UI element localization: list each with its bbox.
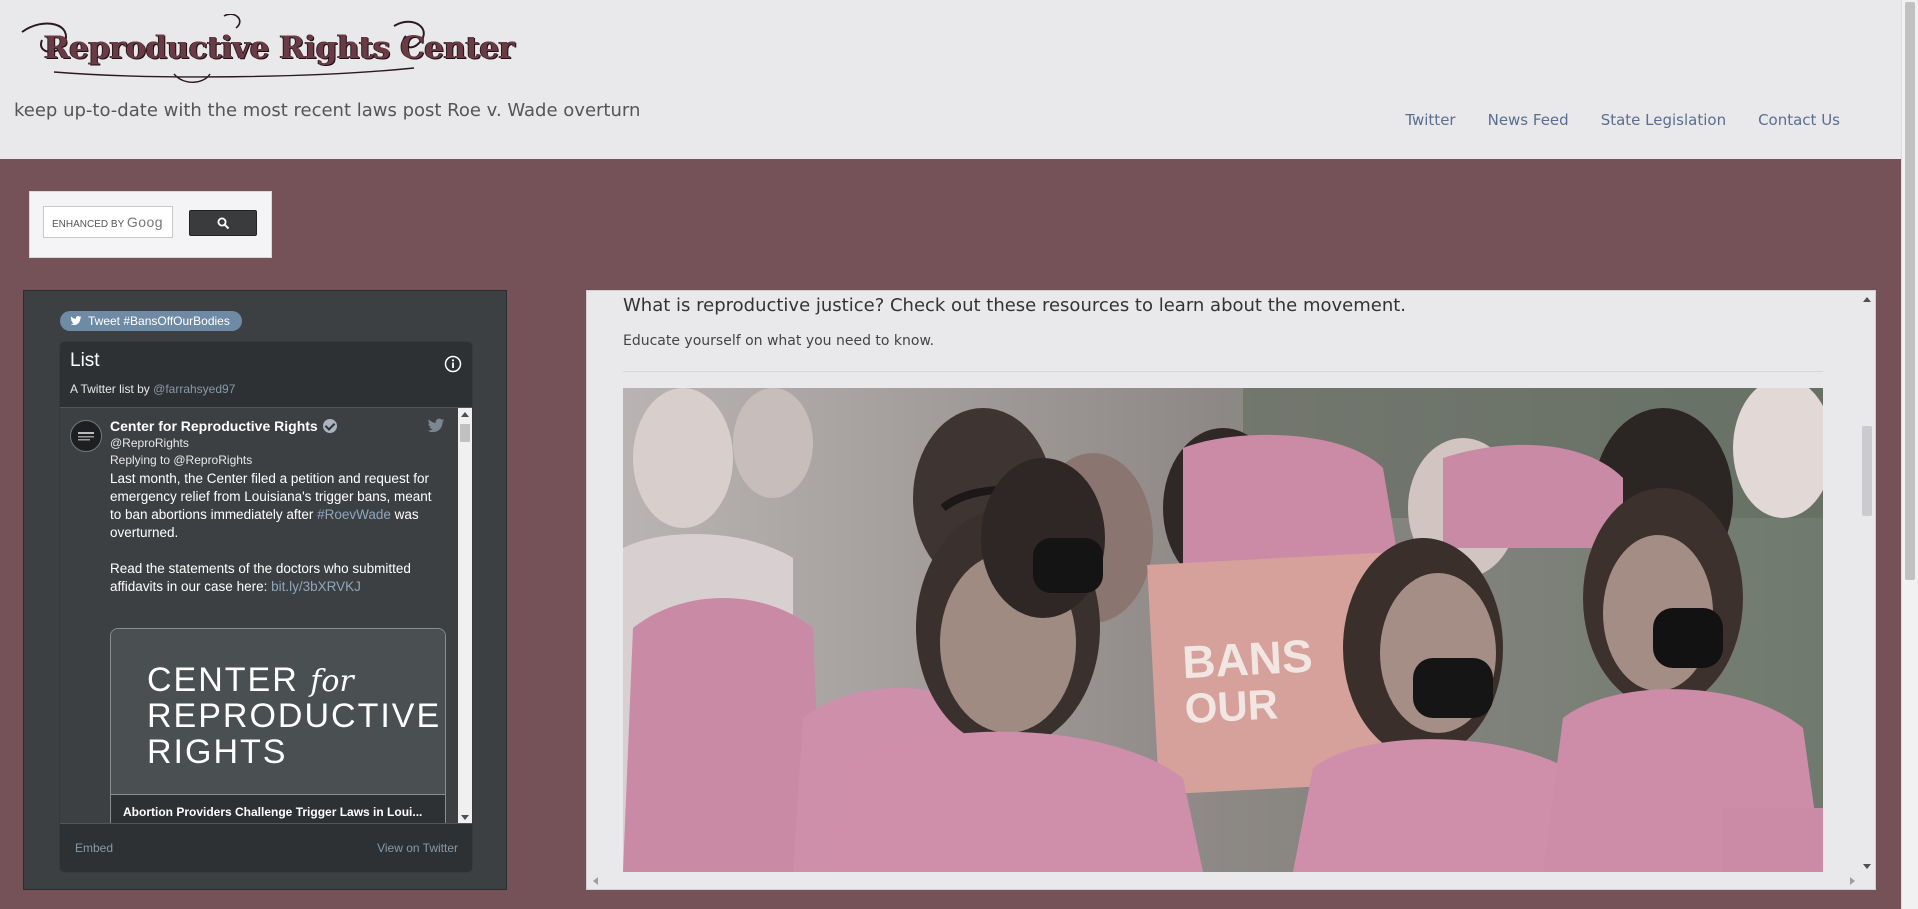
scroll-up-icon[interactable] <box>1863 297 1871 302</box>
page-scrollbar-thumb[interactable] <box>1905 2 1915 580</box>
scroll-up-icon[interactable] <box>461 412 469 417</box>
avatar[interactable] <box>70 420 102 452</box>
timeline-scrollbar-thumb[interactable] <box>460 424 470 442</box>
scroll-left-icon[interactable] <box>593 877 598 885</box>
view-on-twitter-link[interactable]: View on Twitter <box>377 841 458 855</box>
logo-text: Reproductive Rights Center <box>44 30 515 66</box>
tweet-hashtag-link[interactable]: #RoevWade <box>317 507 391 522</box>
scroll-down-icon[interactable] <box>461 815 469 820</box>
tweet-button-label: Tweet #BansOffOurBodies <box>88 314 230 328</box>
nav-news-feed[interactable]: News Feed <box>1488 111 1569 129</box>
protest-photo-illustration: BANS OUR <box>623 388 1823 872</box>
tweet-replying-to[interactable]: Replying to @ReproRights <box>110 453 252 467</box>
tweet-link-card[interactable]: CENTER for REPRODUCTIVE RIGHTS Abortion … <box>110 628 446 830</box>
list-owner-link[interactable]: @farrahsyed97 <box>153 382 235 396</box>
divider <box>623 371 1823 372</box>
resources-scrollbar-thumb[interactable] <box>1862 426 1872 516</box>
tweet-text: Last month, the Center filed a petition … <box>110 470 446 596</box>
page-scrollbar[interactable] <box>1901 0 1918 909</box>
tweet-hashtag-button[interactable]: Tweet #BansOffOurBodies <box>60 311 242 331</box>
protest-photo: BANS OUR <box>623 388 1823 872</box>
card-logo-line1: CENTER <box>147 661 299 699</box>
card-logo-line3: RIGHTS <box>147 733 288 771</box>
twitter-bird-icon <box>70 316 82 326</box>
search-icon <box>217 217 229 229</box>
info-icon[interactable] <box>444 355 462 373</box>
tweet-url-link[interactable]: bit.ly/3bXRVKJ <box>271 579 361 594</box>
embed-link[interactable]: Embed <box>75 841 113 855</box>
resources-title: What is reproductive justice? Check out … <box>623 295 1407 316</box>
photo-sign-text-1: BANS <box>1181 629 1314 688</box>
avatar-logo <box>78 432 94 441</box>
resources-horizontal-scrollbar[interactable] <box>587 873 1861 889</box>
tweet-author-name: Center for Reproductive Rights <box>110 418 318 434</box>
timeline-title: List <box>70 350 100 371</box>
twitter-bird-icon[interactable] <box>427 418 445 434</box>
timeline-subtitle: A Twitter list by @farrahsyed97 <box>70 382 235 396</box>
search-input[interactable]: ENHANCED BY Goog <box>43 206 173 238</box>
twitter-panel: Tweet #BansOffOurBodies List A Twitter l… <box>23 290 507 890</box>
timeline-body[interactable]: Center for Reproductive Rights @ReproRig… <box>60 407 472 830</box>
tweet-author[interactable]: Center for Reproductive Rights <box>110 418 337 434</box>
search-button[interactable] <box>189 210 257 236</box>
site-logo[interactable]: Reproductive Rights Center <box>14 14 515 84</box>
timeline-footer: Embed View on Twitter <box>60 823 472 872</box>
main-nav: Twitter News Feed State Legislation Cont… <box>1405 111 1840 129</box>
card-logo-for: for <box>310 664 354 699</box>
scroll-right-icon[interactable] <box>1850 877 1855 885</box>
card-logo-image: CENTER for REPRODUCTIVE RIGHTS <box>111 629 445 794</box>
site-tagline: keep up-to-date with the most recent law… <box>14 100 641 121</box>
resources-subtitle: Educate yourself on what you need to kno… <box>623 333 935 349</box>
search-widget: ENHANCED BY Goog <box>29 191 272 258</box>
timeline-header: List A Twitter list by @farrahsyed97 <box>60 342 472 407</box>
search-placeholder-prefix: ENHANCED BY <box>52 219 125 230</box>
tweet-handle[interactable]: @ReproRights <box>110 436 189 450</box>
nav-contact-us[interactable]: Contact Us <box>1758 111 1840 129</box>
twitter-timeline: List A Twitter list by @farrahsyed97 Cen… <box>59 341 473 873</box>
verified-icon <box>322 419 337 433</box>
card-logo-line2: REPRODUCTIVE <box>147 697 442 735</box>
timeline-subtitle-prefix: A Twitter list by <box>70 382 150 396</box>
site-header: Reproductive Rights Center keep up-to-da… <box>0 0 1902 159</box>
nav-state-legislation[interactable]: State Legislation <box>1601 111 1726 129</box>
timeline-scrollbar[interactable] <box>458 408 472 824</box>
resources-vertical-scrollbar[interactable] <box>1859 291 1875 873</box>
scroll-down-icon[interactable] <box>1863 864 1871 869</box>
resources-frame[interactable]: What is reproductive justice? Check out … <box>586 290 1876 890</box>
nav-twitter[interactable]: Twitter <box>1405 111 1455 129</box>
photo-sign-text-2: OUR <box>1184 680 1280 732</box>
search-placeholder-brand: Goog <box>126 214 164 230</box>
tweet-text-part3: Read the statements of the doctors who s… <box>110 561 411 594</box>
